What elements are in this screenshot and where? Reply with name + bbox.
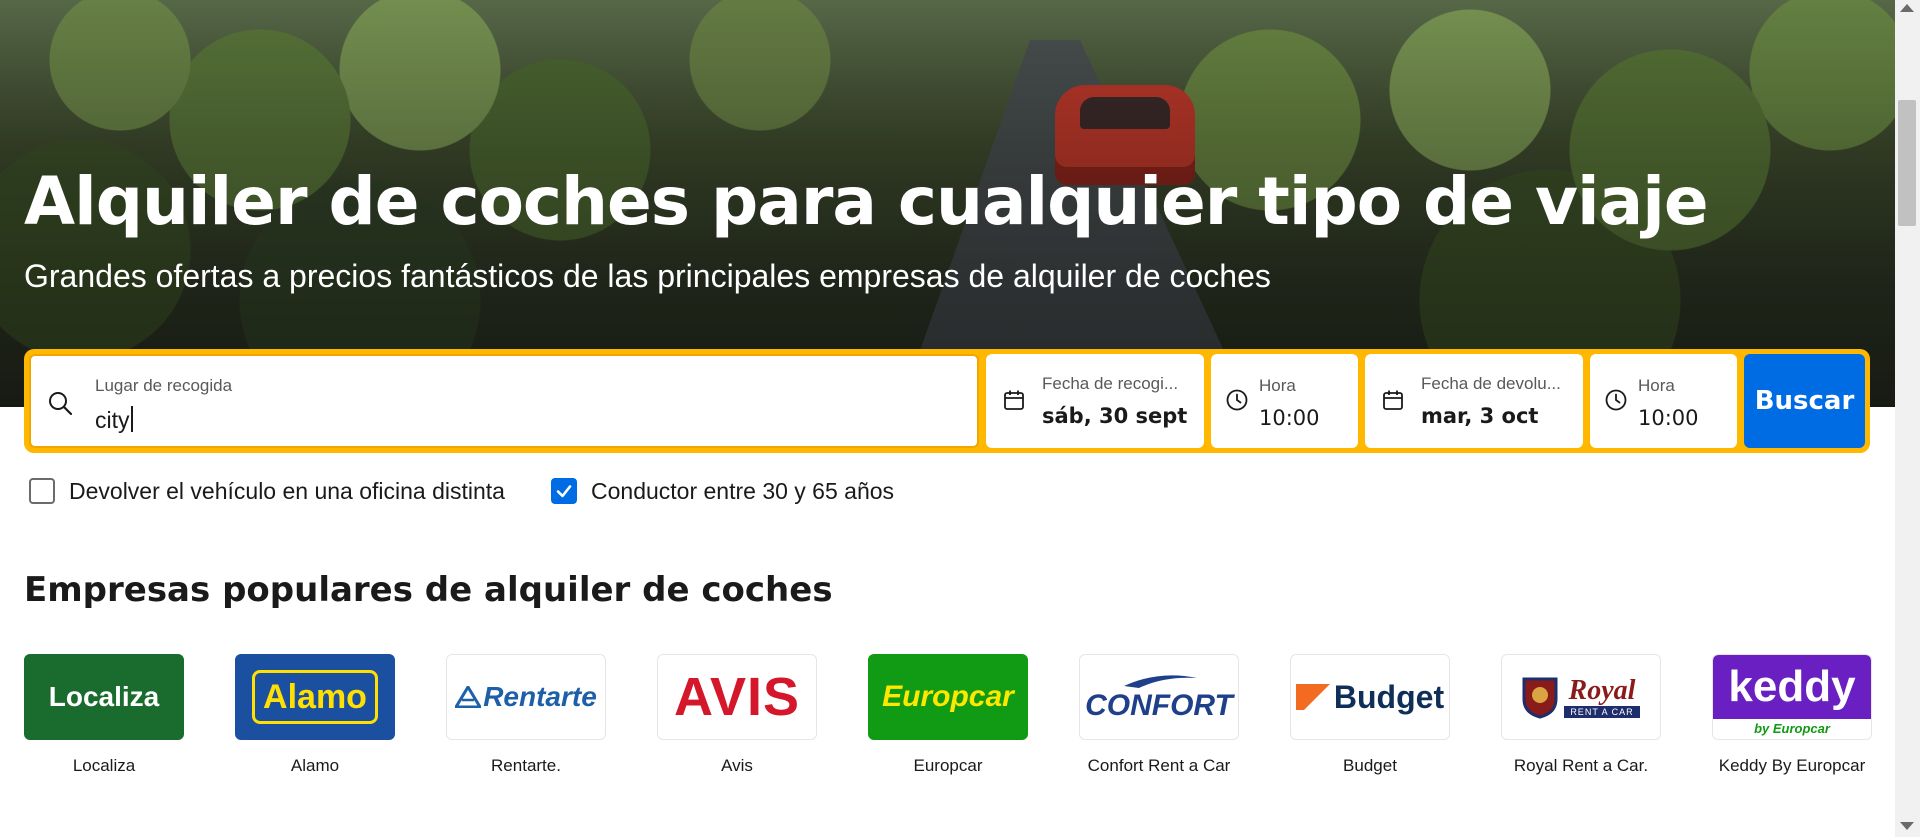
return-time-value: 10:00 [1638, 406, 1699, 430]
driver-age-label: Conductor entre 30 y 65 años [591, 477, 895, 504]
search-button[interactable]: Buscar [1744, 354, 1865, 448]
driver-age-checkbox[interactable] [551, 478, 577, 504]
different-office-label: Devolver el vehículo en una oficina dist… [69, 477, 505, 504]
company-card-localiza[interactable]: Localiza Localiza [24, 654, 184, 776]
pickup-date-label: Fecha de recogi... [1042, 374, 1179, 393]
company-name: Alamo [290, 756, 340, 775]
company-card-keddy[interactable]: keddy by Europcar Keddy By Europcar [1712, 654, 1872, 776]
keddy-logo: keddy by Europcar [1712, 654, 1872, 740]
budget-mark-icon [1295, 684, 1330, 710]
popular-companies-title: Empresas populares de alquiler de coches [24, 570, 833, 610]
royal-crest-icon [1522, 677, 1558, 719]
budget-logo: Budget [1290, 654, 1450, 740]
driver-age-option[interactable]: Conductor entre 30 y 65 años [551, 476, 894, 506]
company-card-europcar[interactable]: Europcar Europcar [868, 654, 1028, 776]
hero-banner: Alquiler de coches para cualquier tipo d… [0, 0, 1895, 407]
localiza-logo: Localiza [24, 654, 184, 740]
royal-wordmark: Royal RENT A CAR [1564, 676, 1640, 718]
confort-plane-icon [1124, 675, 1197, 688]
company-name: Confort Rent a Car [1087, 756, 1231, 775]
pickup-location-input[interactable]: city [95, 406, 133, 434]
calendar-icon [1381, 388, 1405, 416]
company-card-royal[interactable]: Royal RENT A CAR Royal Rent a Car. [1501, 654, 1661, 776]
hero-title: Alquiler de coches para cualquier tipo d… [24, 163, 1709, 240]
clock-icon [1225, 388, 1249, 416]
different-office-option[interactable]: Devolver el vehículo en una oficina dist… [29, 476, 505, 506]
company-card-confort[interactable]: CONFORT Confort Rent a Car [1079, 654, 1239, 776]
return-date-value: mar, 3 oct [1421, 404, 1539, 428]
confort-logo: CONFORT [1079, 654, 1239, 740]
rentarte-mark-icon [455, 686, 482, 708]
pickup-location-field[interactable]: Lugar de recogida city [29, 354, 979, 448]
pickup-location-label: Lugar de recogida [95, 376, 233, 395]
company-name: Avis [721, 756, 753, 775]
return-time-field[interactable]: Hora 10:00 [1590, 354, 1737, 448]
hero-subtitle: Grandes ofertas a precios fantásticos de… [24, 258, 1271, 294]
scrollbar-thumb[interactable] [1898, 100, 1916, 226]
company-name: Royal Rent a Car. [1513, 756, 1649, 775]
pickup-time-label: Hora [1259, 376, 1296, 395]
pickup-time-field[interactable]: Hora 10:00 [1211, 354, 1358, 448]
search-icon [47, 390, 73, 420]
different-office-checkbox[interactable] [29, 478, 55, 504]
calendar-icon [1002, 388, 1026, 416]
pickup-date-value: sáb, 30 sept [1042, 404, 1188, 428]
keddy-logo-band: keddy [1713, 655, 1871, 719]
royal-logo: Royal RENT A CAR [1501, 654, 1661, 740]
company-card-budget[interactable]: Budget Budget [1290, 654, 1450, 776]
europcar-logo: Europcar [868, 654, 1028, 740]
company-name: Europcar [913, 756, 983, 775]
company-name: Rentarte. [491, 756, 561, 775]
pickup-time-value: 10:00 [1259, 406, 1320, 430]
company-name: Keddy By Europcar [1718, 756, 1866, 775]
clock-icon [1604, 388, 1628, 416]
scroll-up-arrow-icon[interactable] [1900, 4, 1914, 12]
avis-logo: AVIS [657, 654, 817, 740]
company-card-rentarte[interactable]: Rentarte Rentarte. [446, 654, 606, 776]
company-name: Localiza [72, 756, 136, 775]
rentarte-logo: Rentarte [446, 654, 606, 740]
scroll-down-arrow-icon[interactable] [1900, 822, 1914, 830]
company-card-alamo[interactable]: Alamo Alamo [235, 654, 395, 776]
company-name: Budget [1343, 756, 1397, 775]
text-cursor [130, 406, 133, 432]
pickup-date-field[interactable]: Fecha de recogi... sáb, 30 sept [986, 354, 1204, 448]
search-bar: Lugar de recogida city Fecha de recogi..… [24, 349, 1870, 453]
return-date-label: Fecha de devolu... [1421, 374, 1561, 393]
alamo-logo: Alamo [235, 654, 395, 740]
return-time-label: Hora [1638, 376, 1675, 395]
return-date-field[interactable]: Fecha de devolu... mar, 3 oct [1365, 354, 1583, 448]
companies-list: Localiza Localiza Alamo Alamo Rentarte R… [24, 654, 1874, 784]
checkmark-icon [556, 485, 572, 498]
company-card-avis[interactable]: AVIS Avis [657, 654, 817, 776]
